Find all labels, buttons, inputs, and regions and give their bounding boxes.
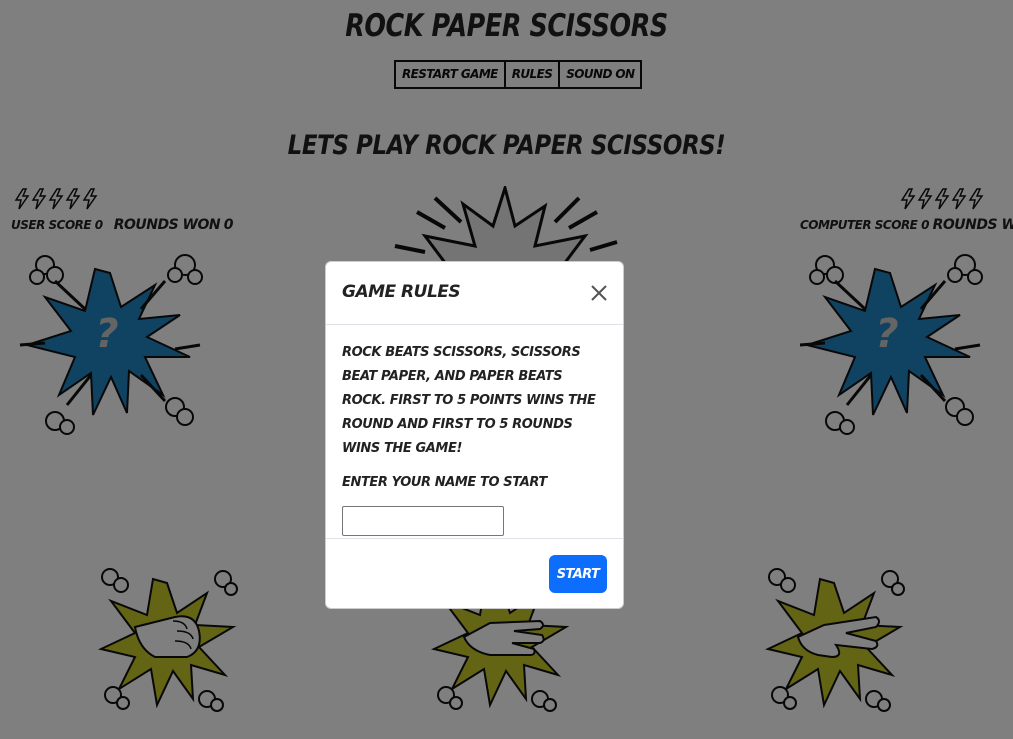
name-label: Enter your name to start xyxy=(342,475,547,490)
modal-footer: Start xyxy=(326,539,623,608)
close-modal-button[interactable] xyxy=(589,283,609,303)
close-icon xyxy=(591,285,607,301)
rules-modal: Game Rules Rock beats scissors, scissors… xyxy=(325,261,624,609)
rules-text: Rock beats scissors, scissors beat paper… xyxy=(342,345,596,456)
modal-body: Rock beats scissors, scissors beat paper… xyxy=(326,325,623,539)
start-button[interactable]: Start xyxy=(549,555,607,593)
modal-header: Game Rules xyxy=(326,262,623,325)
name-input[interactable] xyxy=(342,506,504,536)
modal-title: Game Rules xyxy=(342,282,461,302)
